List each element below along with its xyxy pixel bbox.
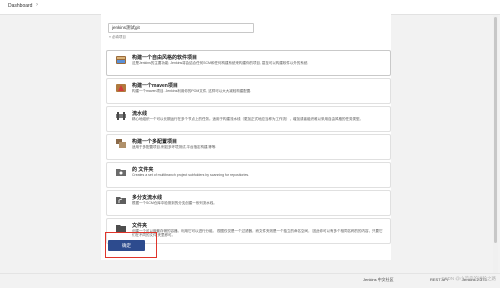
- freestyle-icon: [116, 56, 126, 64]
- option-desc: 根据一个SCM仓库中检测到的分支创建一系列流水线。: [132, 201, 217, 205]
- option-desc: 构建一个maven项目. Jenkins利用你的POM文件, 这样可以大大减轻构…: [132, 89, 252, 93]
- breadcrumb-separator-icon: ›: [36, 2, 38, 8]
- option-title: 流水线: [132, 111, 148, 117]
- option-title: 多分支流水线: [132, 195, 163, 201]
- footer: Jenkins 中文社区 REST API Jenkins 2.373: [0, 273, 500, 288]
- option-title: 文件夹: [132, 223, 148, 229]
- option-desc: Creates a set of multibranch project sub…: [132, 173, 250, 177]
- option-desc: 适用于多配置项目,例如多环境测试,平台指定构建,等等.: [132, 145, 217, 149]
- watermark: CSDN @小菜鸟的进阶之路: [441, 276, 496, 281]
- option-multiconfig[interactable]: 构建一个多配置项目 适用于多配置项目,例如多环境测试,平台指定构建,等等.: [106, 134, 391, 160]
- org-folder-icon: [116, 169, 126, 176]
- option-title: 构建一个多配置项目: [132, 139, 178, 145]
- option-multibranch[interactable]: 多分支流水线 根据一个SCM仓库中检测到的分支创建一系列流水线。: [106, 190, 391, 216]
- option-org-folder[interactable]: 的 文件夹 Creates a set of multibranch proje…: [106, 162, 391, 188]
- new-item-panel: » 必填项目 构建一个自由风格的软件项目 这是Jenkins的主要功能. Jen…: [101, 14, 391, 260]
- option-desc: 创建一个可以嵌套存储的容器。利用它可以进行分组。 视图仅仅是一个过滤器，而文件夹…: [132, 229, 383, 238]
- footer-community-link[interactable]: Jenkins 中文社区: [363, 277, 394, 283]
- item-name-input[interactable]: [108, 23, 254, 33]
- option-desc: 精心地组织一个可以长期运行在多个节点上的任务。适用于构建流水线（更加正式地应当称…: [132, 117, 363, 121]
- option-title: 的 文件夹: [132, 167, 154, 173]
- option-desc: 这是Jenkins的主要功能. Jenkins将会结合任何SCM和任何构建系统来…: [132, 61, 309, 65]
- option-title: 构建一个maven项目: [132, 83, 178, 89]
- multibranch-icon: [116, 197, 126, 204]
- top-bar: Dashboard ›: [0, 0, 500, 15]
- option-pipeline[interactable]: 流水线 精心地组织一个可以长期运行在多个节点上的任务。适用于构建流水线（更加正式…: [106, 106, 391, 132]
- option-maven[interactable]: 构建一个maven项目 构建一个maven项目. Jenkins利用你的POM文…: [106, 78, 391, 104]
- option-title: 构建一个自由风格的软件项目: [132, 55, 198, 61]
- maven-icon: [116, 84, 126, 92]
- pipeline-icon: [116, 112, 126, 120]
- multiconfig-icon: [116, 139, 126, 148]
- required-hint: » 必填项目: [109, 35, 126, 39]
- option-freestyle[interactable]: 构建一个自由风格的软件项目 这是Jenkins的主要功能. Jenkins将会结…: [106, 50, 391, 76]
- scrollbar[interactable]: [493, 15, 498, 273]
- ok-button[interactable]: 确定: [108, 240, 145, 251]
- breadcrumb-dashboard[interactable]: Dashboard: [8, 3, 32, 9]
- scrollbar-thumb[interactable]: [494, 17, 497, 243]
